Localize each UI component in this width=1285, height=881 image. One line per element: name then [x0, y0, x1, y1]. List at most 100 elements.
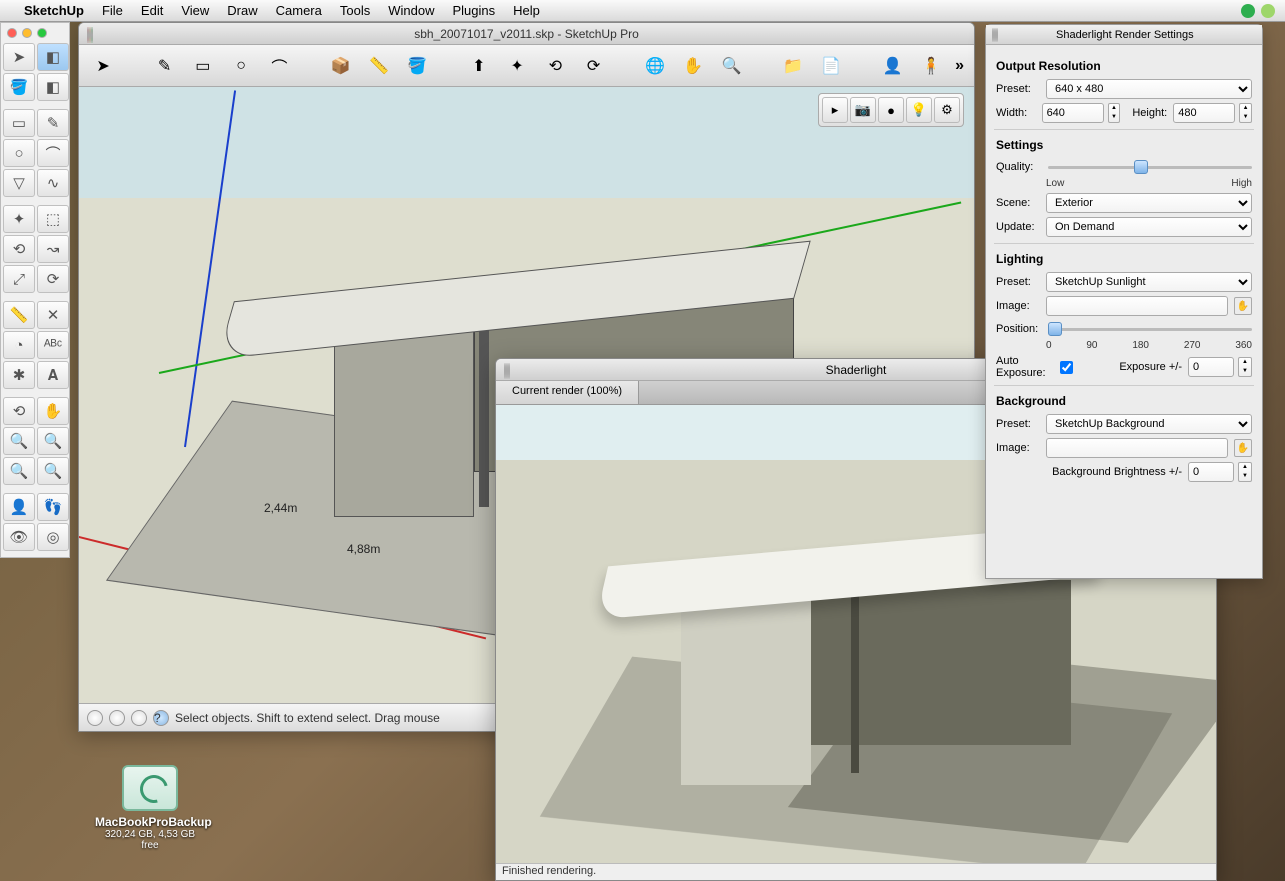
zoom-window-tool[interactable]: 🔍	[37, 427, 69, 455]
model-info-button[interactable]: 📁	[779, 51, 807, 81]
select-tool[interactable]: ➤	[3, 43, 35, 71]
bg-image-input[interactable]	[1046, 438, 1228, 458]
resolution-preset-select[interactable]: 640 x 480	[1046, 79, 1252, 99]
walk-tool[interactable]: 👣	[37, 493, 69, 521]
followme-tool[interactable]: ↝	[37, 235, 69, 263]
auto-exposure-checkbox[interactable]	[1060, 361, 1073, 374]
line-tool[interactable]: ✎	[37, 109, 69, 137]
render-tab-current[interactable]: Current render (100%)	[496, 381, 639, 404]
make-component-button[interactable]: 📦	[327, 51, 355, 81]
section-tool[interactable]: ◎	[37, 523, 69, 551]
protractor-tool[interactable]: ◔	[3, 331, 35, 359]
quality-slider[interactable]	[1048, 158, 1252, 176]
move-tool[interactable]: ✦	[3, 205, 35, 233]
orbit-button[interactable]: 🌐	[641, 51, 669, 81]
axes-tool[interactable]: ✱	[3, 361, 35, 389]
pushpull-tool[interactable]: ⬚	[37, 205, 69, 233]
width-stepper[interactable]: ▲▼	[1108, 103, 1121, 123]
select-button[interactable]: ➤	[89, 51, 117, 81]
update-select[interactable]: On Demand	[1046, 217, 1252, 237]
position-slider[interactable]	[1048, 320, 1252, 338]
zoom-tool[interactable]: 🔍	[3, 427, 35, 455]
rotate-tool[interactable]: ⟲	[3, 235, 35, 263]
gear-icon[interactable]: ⚙	[934, 97, 960, 123]
line-button[interactable]: ✎	[150, 51, 178, 81]
circle-tool[interactable]: ○	[3, 139, 35, 167]
status-icon-3[interactable]	[131, 710, 147, 726]
height-input[interactable]	[1173, 103, 1235, 123]
component-tool[interactable]: ◧	[37, 43, 69, 71]
exposure-input[interactable]	[1188, 357, 1234, 377]
desktop-drive[interactable]: MacBookProBackup 320,24 GB, 4,53 GB free	[95, 765, 205, 851]
move-button[interactable]: ✦	[503, 51, 531, 81]
zoom-icon[interactable]	[996, 28, 998, 42]
text-tool[interactable]: ᴬᴮᶜ	[37, 331, 69, 359]
3dtext-tool[interactable]: 𝐀	[37, 361, 69, 389]
tape-tool[interactable]: 📏	[3, 301, 35, 329]
look-around-tool[interactable]: 👁	[3, 523, 35, 551]
menu-help[interactable]: Help	[513, 3, 540, 18]
height-stepper[interactable]: ▲▼	[1239, 103, 1252, 123]
width-input[interactable]	[1042, 103, 1104, 123]
rectangle-button[interactable]: ▭	[189, 51, 217, 81]
camera-icon[interactable]: 📷	[850, 97, 876, 123]
minimize-icon[interactable]	[22, 28, 32, 38]
bg-image-picker-icon[interactable]: ✋	[1234, 439, 1252, 457]
lighting-preset-select[interactable]: SketchUp Sunlight	[1046, 272, 1252, 292]
circle-button[interactable]: ○	[227, 51, 255, 81]
toolbar-overflow-icon[interactable]: »	[955, 57, 964, 75]
rotate-button[interactable]: ⟲	[541, 51, 569, 81]
menu-file[interactable]: File	[102, 3, 123, 18]
menu-app[interactable]: SketchUp	[24, 3, 84, 18]
pan-button[interactable]: ✋	[679, 51, 707, 81]
pushpull-button[interactable]: ⬆	[465, 51, 493, 81]
menu-camera[interactable]: Camera	[276, 3, 322, 18]
paint-tool[interactable]: 🪣	[3, 73, 35, 101]
layers-button[interactable]: 📄	[817, 51, 845, 81]
zoom-icon[interactable]	[91, 27, 93, 43]
scale-tool[interactable]: ⤢	[3, 265, 35, 293]
arc-tool[interactable]: ⌒	[37, 139, 69, 167]
paint-button[interactable]: 🪣	[403, 51, 431, 81]
expand-icon[interactable]: ▸	[822, 97, 848, 123]
lighting-image-picker-icon[interactable]: ✋	[1234, 297, 1252, 315]
status-icon-1[interactable]	[87, 710, 103, 726]
zoom-button[interactable]: 🔍	[717, 51, 745, 81]
status-g-icon[interactable]	[1241, 4, 1255, 18]
rectangle-tool[interactable]: ▭	[3, 109, 35, 137]
exposure-stepper[interactable]: ▲▼	[1238, 357, 1252, 377]
material-icon[interactable]: ●	[878, 97, 904, 123]
arc-button[interactable]: ⌒	[265, 51, 293, 81]
tape-button[interactable]: 📏	[365, 51, 393, 81]
figure-button[interactable]: 🧍	[917, 51, 945, 81]
offset-tool[interactable]: ⟳	[37, 265, 69, 293]
dimension-tool[interactable]: ✕	[37, 301, 69, 329]
person-button[interactable]: 👤	[879, 51, 907, 81]
scene-select[interactable]: Exterior	[1046, 193, 1252, 213]
freehand-tool[interactable]: ∿	[37, 169, 69, 197]
offset-button[interactable]: ⟳	[579, 51, 607, 81]
menu-view[interactable]: View	[181, 3, 209, 18]
help-icon[interactable]: ?	[153, 710, 169, 726]
light-icon[interactable]: 💡	[906, 97, 932, 123]
menu-plugins[interactable]: Plugins	[452, 3, 495, 18]
lighting-image-input[interactable]	[1046, 296, 1228, 316]
zoom-icon[interactable]	[37, 28, 47, 38]
close-icon[interactable]	[7, 28, 17, 38]
menu-edit[interactable]: Edit	[141, 3, 163, 18]
orbit-tool[interactable]: ⟲	[3, 397, 35, 425]
bg-brightness-stepper[interactable]: ▲▼	[1238, 462, 1252, 482]
zoom-extents-tool[interactable]: 🔍	[3, 457, 35, 485]
bg-brightness-input[interactable]	[1188, 462, 1234, 482]
eraser-tool[interactable]: ◧	[37, 73, 69, 101]
polygon-tool[interactable]: ▽	[3, 169, 35, 197]
menu-draw[interactable]: Draw	[227, 3, 257, 18]
previous-view-tool[interactable]: 🔍	[37, 457, 69, 485]
status-check-icon[interactable]	[1261, 4, 1275, 18]
status-icon-2[interactable]	[109, 710, 125, 726]
menu-window[interactable]: Window	[388, 3, 434, 18]
pan-tool[interactable]: ✋	[37, 397, 69, 425]
bg-preset-select[interactable]: SketchUp Background	[1046, 414, 1252, 434]
zoom-icon[interactable]	[508, 363, 510, 379]
menu-tools[interactable]: Tools	[340, 3, 370, 18]
